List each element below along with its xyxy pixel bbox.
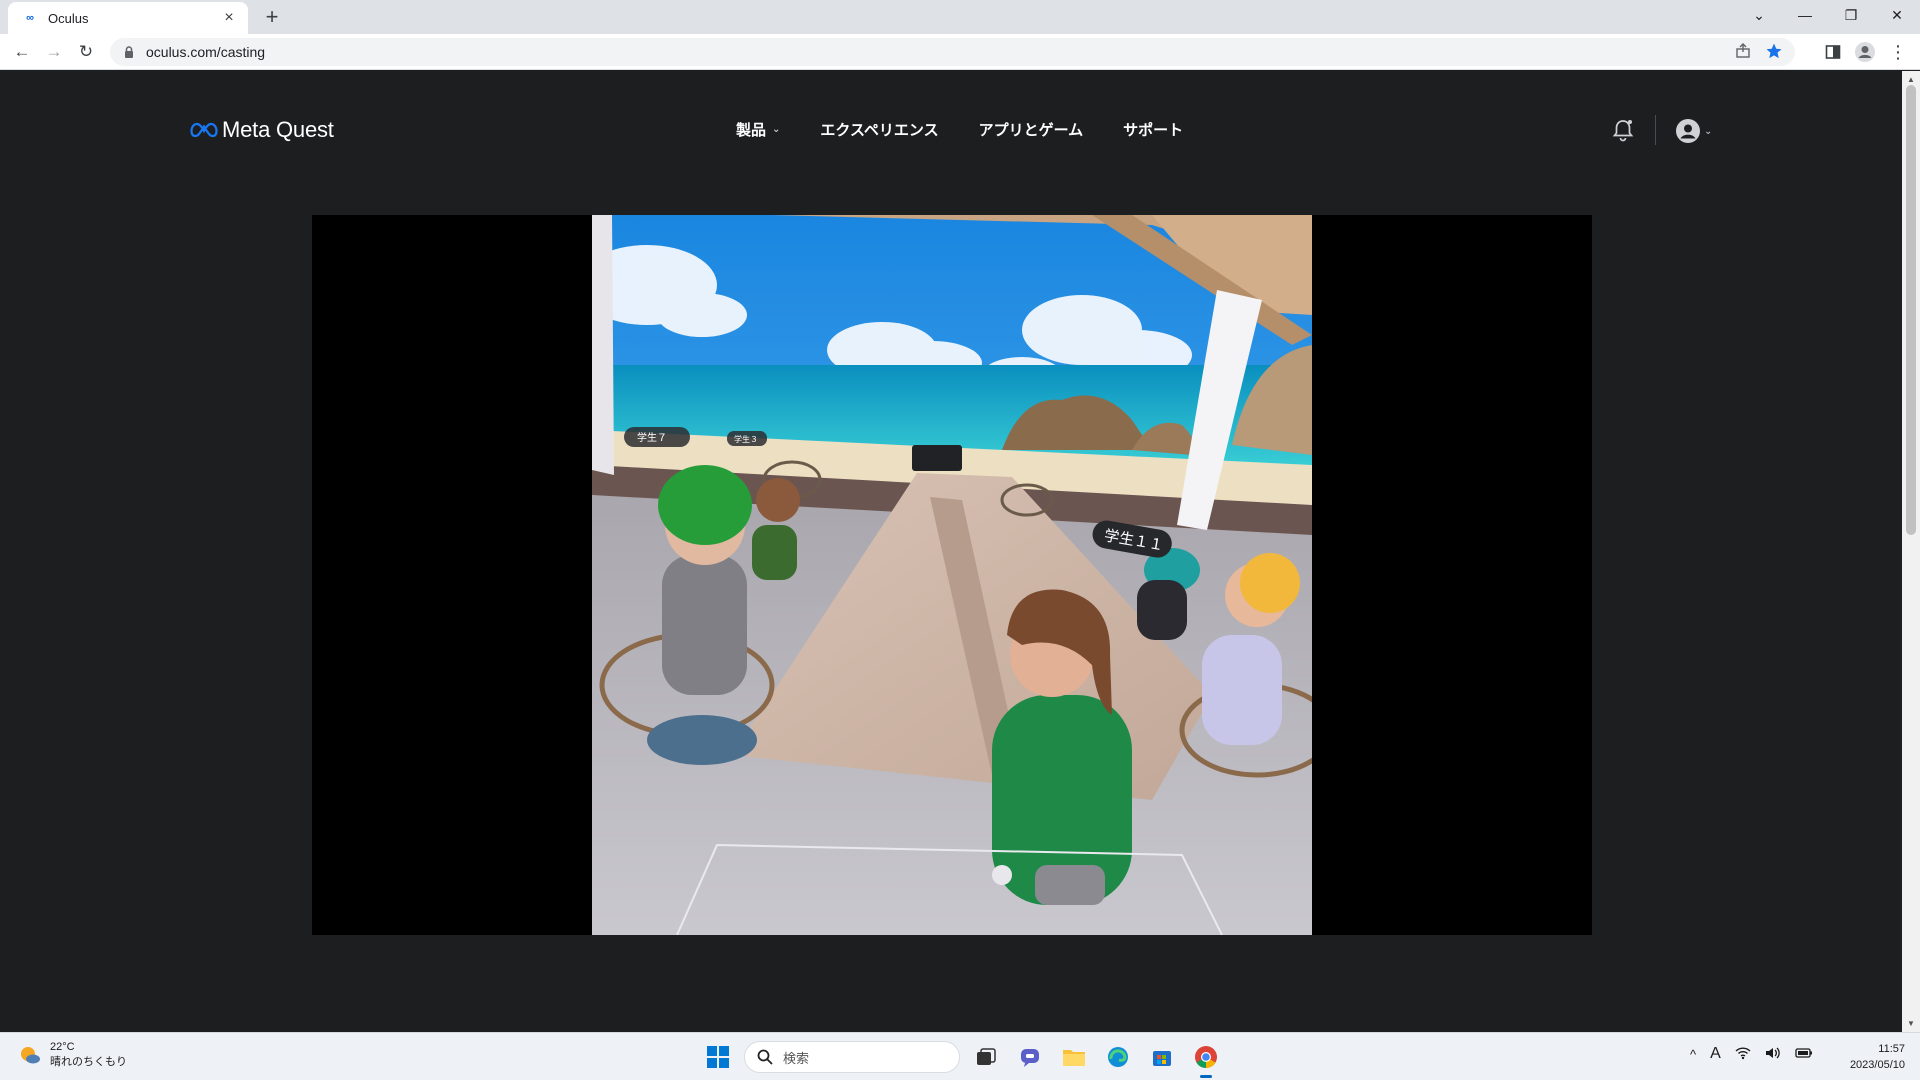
nav-item-support[interactable]: サポート: [1123, 119, 1183, 140]
scroll-up-arrow-icon[interactable]: ▲: [1907, 75, 1915, 84]
minimize-button[interactable]: —: [1782, 0, 1828, 30]
battery-icon[interactable]: [1795, 1047, 1813, 1062]
account-menu[interactable]: ⌄: [1675, 118, 1712, 144]
bookmark-star-icon[interactable]: [1765, 42, 1783, 65]
reload-button[interactable]: ↻: [72, 38, 100, 66]
name-tag-student-3: 学生３: [734, 434, 758, 444]
name-tag-student-7: 学生７: [637, 431, 667, 444]
ime-indicator[interactable]: A: [1710, 1045, 1721, 1063]
system-tray: ^ A: [1690, 1045, 1813, 1063]
nav-item-experiences[interactable]: エクスペリエンス: [820, 119, 938, 140]
lock-icon[interactable]: [122, 45, 136, 59]
file-explorer-icon[interactable]: [1056, 1039, 1092, 1075]
weather-desc: 晴れのちくもり: [50, 1056, 127, 1068]
search-icon: [757, 1049, 773, 1065]
microsoft-store-icon[interactable]: [1144, 1039, 1180, 1075]
address-bar[interactable]: oculus.com/casting: [110, 38, 1795, 66]
partly-cloudy-icon: [21, 1047, 40, 1064]
side-panel-icon[interactable]: [1821, 40, 1845, 64]
windows-taskbar: 22°C 晴れのちくもり 検索 ^ A 11:57 2023/05/10: [0, 1032, 1920, 1080]
nav-item-label: 製品: [736, 122, 767, 139]
task-view-icon[interactable]: [968, 1039, 1004, 1075]
search-placeholder: 検索: [783, 1050, 810, 1066]
clock-time: 11:57: [1878, 1043, 1905, 1055]
share-icon[interactable]: [1735, 43, 1751, 64]
page-content: Meta Quest 製品 ⌄ エクスペリエンス アプリとゲーム サポート ⌄ …: [0, 71, 1902, 1032]
browser-toolbar: ← → ↻ oculus.com/casting ⋮: [0, 34, 1920, 70]
chevron-down-icon: ⌄: [1704, 125, 1713, 137]
header-divider: [1655, 115, 1656, 145]
back-button[interactable]: ←: [8, 38, 36, 66]
browser-tab[interactable]: ∞ Oculus ×: [8, 2, 248, 34]
tab-search-chevron-icon[interactable]: ⌄: [1736, 0, 1782, 30]
tray-overflow-chevron-icon[interactable]: ^: [1690, 1047, 1696, 1062]
scroll-thumb[interactable]: [1906, 85, 1916, 535]
windows-start-icon[interactable]: [700, 1039, 736, 1075]
site-header: Meta Quest 製品 ⌄ エクスペリエンス アプリとゲーム サポート ⌄: [0, 71, 1902, 191]
chevron-down-icon: ⌄: [772, 124, 781, 135]
forward-button[interactable]: →: [40, 38, 68, 66]
clock-date: 2023/05/10: [1849, 1059, 1905, 1071]
page-scrollbar[interactable]: ▲ ▼: [1902, 71, 1920, 1032]
main-nav: 製品 ⌄ エクスペリエンス アプリとゲーム サポート: [736, 119, 1183, 140]
taskbar-clock[interactable]: 11:57 2023/05/10: [1835, 1041, 1905, 1073]
close-window-button[interactable]: ✕: [1874, 0, 1920, 30]
new-tab-button[interactable]: +: [258, 4, 286, 32]
meta-quest-logo[interactable]: Meta Quest: [190, 117, 334, 143]
notification-bell-icon[interactable]: [1610, 117, 1636, 143]
edge-browser-icon[interactable]: [1100, 1039, 1136, 1075]
wifi-icon[interactable]: [1735, 1046, 1751, 1063]
tab-strip: ∞ Oculus × + ⌄ — ❐ ✕: [0, 0, 1920, 34]
nav-item-label: アプリとゲーム: [978, 122, 1084, 139]
taskbar-search[interactable]: 検索: [744, 1041, 960, 1073]
nav-item-apps-games[interactable]: アプリとゲーム: [979, 119, 1084, 140]
chrome-browser-icon[interactable]: [1188, 1039, 1224, 1078]
profile-avatar-icon[interactable]: [1853, 40, 1877, 64]
taskbar-apps: 検索: [700, 1039, 1224, 1078]
chrome-menu-icon[interactable]: ⋮: [1886, 40, 1910, 64]
volume-icon[interactable]: [1765, 1046, 1781, 1063]
casting-video-player[interactable]: 学生７ 学生３ 学生１１: [312, 215, 1592, 935]
teams-chat-icon[interactable]: [1012, 1039, 1048, 1075]
vr-casting-frame: 学生７ 学生３ 学生１１: [592, 215, 1312, 935]
weather-temp: 22°C: [50, 1041, 75, 1053]
nav-item-label: エクスペリエンス: [820, 122, 939, 139]
nav-item-products[interactable]: 製品 ⌄: [736, 119, 780, 140]
meta-infinity-icon: [190, 122, 218, 138]
restore-button[interactable]: ❐: [1828, 0, 1874, 30]
weather-widget[interactable]: 22°C 晴れのちくもり: [18, 1041, 127, 1069]
account-avatar-icon: [1676, 119, 1700, 143]
logo-text: Meta Quest: [222, 117, 334, 142]
url-text[interactable]: oculus.com/casting: [146, 44, 265, 60]
scroll-down-arrow-icon[interactable]: ▼: [1907, 1019, 1915, 1028]
meta-favicon-icon: ∞: [26, 12, 34, 24]
tab-title: Oculus: [48, 10, 89, 26]
tab-close-button[interactable]: ×: [220, 9, 238, 27]
nav-item-label: サポート: [1123, 122, 1184, 139]
